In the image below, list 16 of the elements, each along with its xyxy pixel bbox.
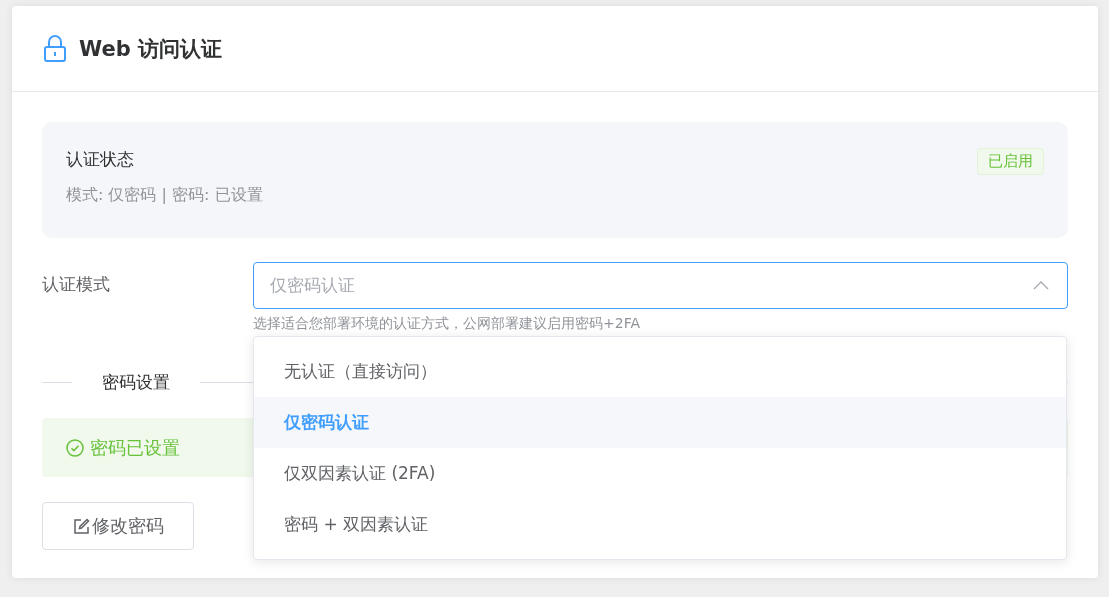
section-title: 密码设置 — [101, 371, 171, 394]
change-password-button[interactable]: 修改密码 — [42, 502, 194, 550]
alert-text: 密码已设置 — [90, 435, 180, 460]
status-detail: 模式: 仅密码 | 密码: 已设置 — [66, 185, 263, 206]
status-title: 认证状态 — [66, 148, 135, 171]
dropdown-option[interactable]: 密码 + 双因素认证 — [254, 499, 1066, 550]
lock-icon — [43, 35, 67, 62]
chevron-icon — [1033, 281, 1049, 290]
check-circle-icon — [66, 438, 84, 457]
field-hint: 选择适合您部署环境的认证方式，公网部署建议启用密码+2FA — [253, 315, 641, 331]
dropdown-option[interactable]: 无认证（直接访问） — [254, 346, 1066, 397]
dropdown-option[interactable]: 仅双因素认证 (2FA) — [254, 448, 1066, 499]
edit-icon — [72, 517, 90, 535]
status-tag: 已启用 — [977, 148, 1044, 175]
field-label: 认证模式 — [42, 273, 111, 296]
card-title: Web 访问认证 — [79, 35, 222, 63]
